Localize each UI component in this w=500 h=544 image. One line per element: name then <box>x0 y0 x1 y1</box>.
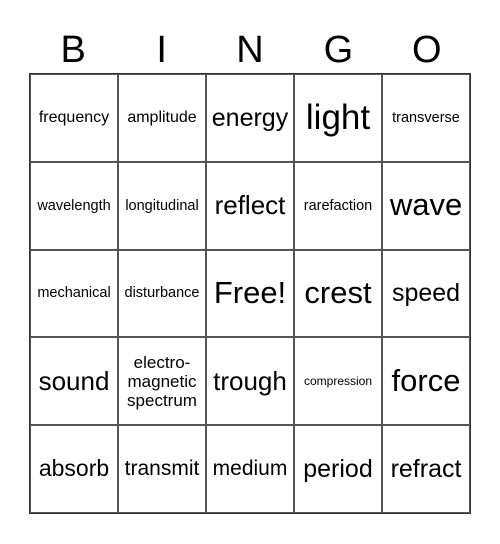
bingo-cell[interactable]: force <box>382 337 470 426</box>
bingo-cell[interactable]: absorb <box>30 425 118 513</box>
header-letter-g: G <box>323 29 354 71</box>
header-letter-i: I <box>156 29 167 71</box>
bingo-cell[interactable]: longitudinal <box>118 161 206 250</box>
free-space-cell[interactable]: Free! <box>206 249 294 338</box>
bingo-cell[interactable]: transverse <box>382 74 470 162</box>
bingo-cell[interactable]: light <box>294 74 382 162</box>
bingo-board: frequency amplitude energy light transve… <box>29 73 471 514</box>
bingo-cell[interactable]: speed <box>382 249 470 338</box>
bingo-cell[interactable]: sound <box>30 337 118 426</box>
bingo-cell[interactable]: wave <box>382 161 470 250</box>
bingo-cell[interactable]: transmit <box>118 425 206 513</box>
bingo-cell[interactable]: crest <box>294 249 382 338</box>
bingo-cell[interactable]: period <box>294 425 382 513</box>
bingo-header: B I N G O <box>29 28 471 72</box>
bingo-cell[interactable]: trough <box>206 337 294 426</box>
bingo-cell[interactable]: frequency <box>30 74 118 162</box>
bingo-cell[interactable]: refract <box>382 425 470 513</box>
bingo-cell[interactable]: amplitude <box>118 74 206 162</box>
header-letter-o: O <box>412 29 442 71</box>
bingo-cell[interactable]: energy <box>206 74 294 162</box>
header-letter-n: N <box>236 29 264 71</box>
bingo-cell[interactable]: rarefaction <box>294 161 382 250</box>
bingo-cell[interactable]: compression <box>294 337 382 426</box>
bingo-cell[interactable]: reflect <box>206 161 294 250</box>
bingo-cell[interactable]: electro- magnetic spectrum <box>118 337 206 426</box>
bingo-cell[interactable]: mechanical <box>30 249 118 338</box>
bingo-cell[interactable]: medium <box>206 425 294 513</box>
bingo-cell[interactable]: wavelength <box>30 161 118 250</box>
bingo-cell[interactable]: disturbance <box>118 249 206 338</box>
header-letter-b: B <box>60 29 86 71</box>
